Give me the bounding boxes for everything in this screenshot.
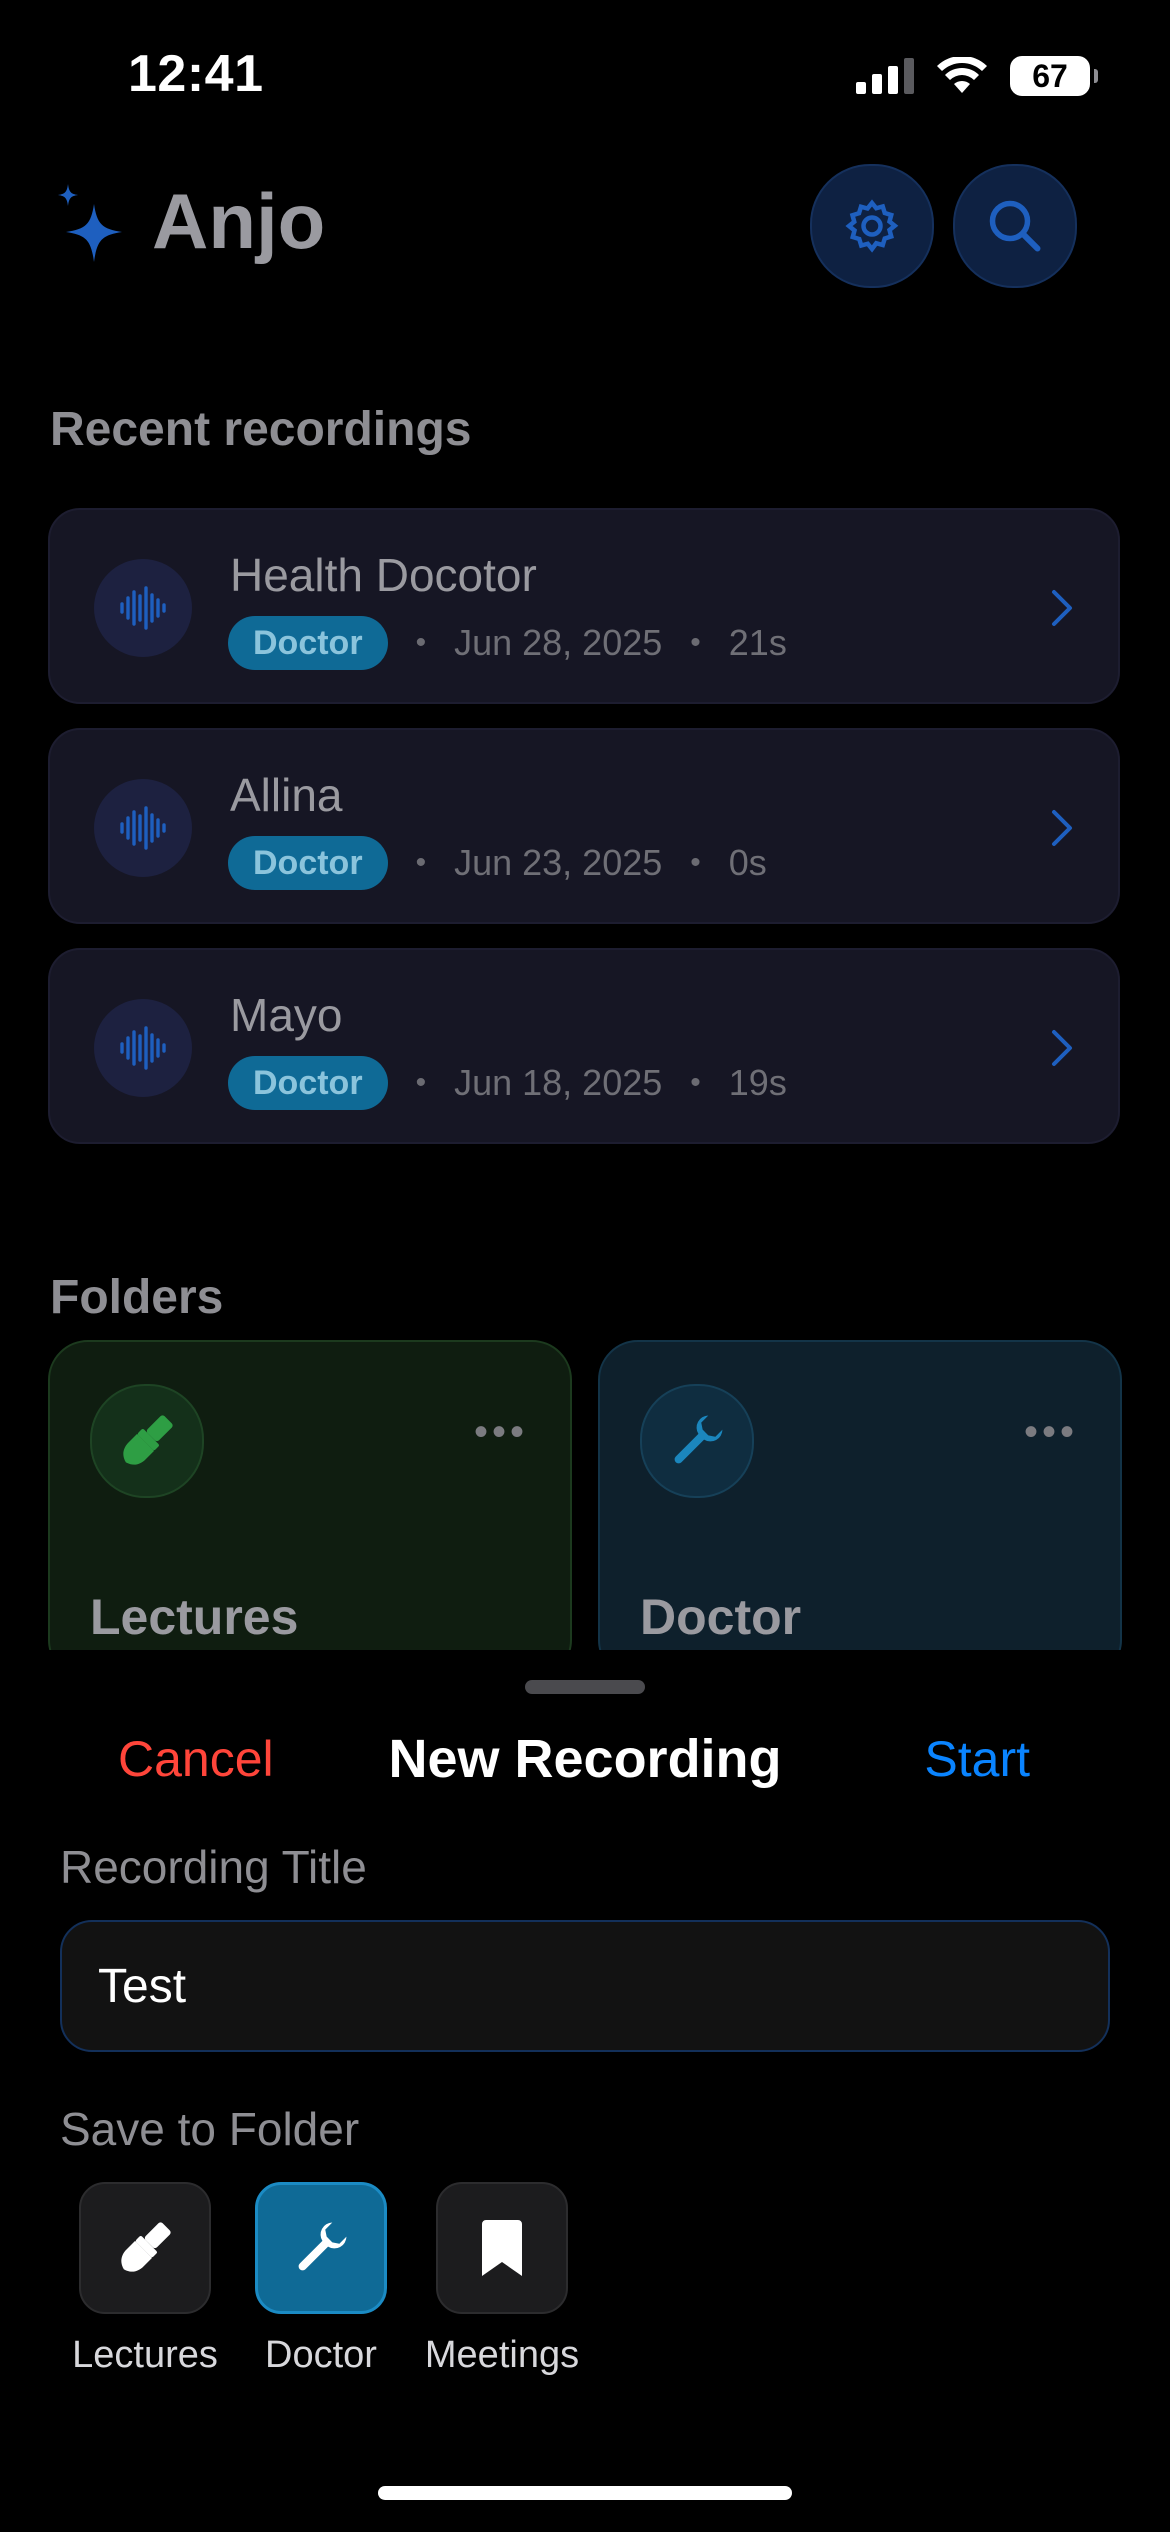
folder-option-button[interactable] bbox=[436, 2182, 568, 2314]
separator-dot: • bbox=[415, 846, 427, 879]
status-time: 12:41 bbox=[128, 45, 264, 103]
paintbrush-icon bbox=[90, 1384, 204, 1498]
gear-icon bbox=[845, 199, 899, 253]
home-indicator bbox=[378, 2486, 792, 2500]
folder-option-button-selected[interactable] bbox=[255, 2182, 387, 2314]
folder-option-doctor[interactable]: Doctor bbox=[246, 2182, 396, 2377]
recording-title-input[interactable] bbox=[60, 1920, 1110, 2052]
recording-date: Jun 23, 2025 bbox=[454, 842, 663, 883]
more-options-button[interactable]: ••• bbox=[1024, 1410, 1078, 1455]
separator-dot: • bbox=[690, 1066, 701, 1099]
waveform-icon bbox=[94, 779, 192, 877]
folder-name: Doctor bbox=[640, 1589, 802, 1645]
sheet-grabber[interactable] bbox=[525, 1680, 645, 1694]
recording-title: Allina bbox=[230, 769, 343, 821]
folder-option-label: Meetings bbox=[424, 2334, 580, 2376]
folder-badge: Doctor bbox=[228, 1056, 388, 1110]
recording-meta: Doctor • Jun 23, 2025 • 0s bbox=[228, 836, 767, 890]
recording-meta: Doctor • Jun 18, 2025 • 19s bbox=[228, 1056, 787, 1110]
status-icons: 67 bbox=[856, 56, 1098, 96]
folder-option-meetings[interactable]: Meetings bbox=[417, 2182, 587, 2377]
folder-card-lectures[interactable]: ••• Lectures bbox=[48, 1340, 572, 1680]
recording-duration: 21s bbox=[728, 622, 787, 663]
more-options-button[interactable]: ••• bbox=[474, 1410, 528, 1455]
folder-badge: Doctor bbox=[228, 836, 388, 890]
folder-card-doctor[interactable]: ••• Doctor bbox=[598, 1340, 1122, 1680]
folder-badge: Doctor bbox=[228, 616, 388, 670]
wifi-icon bbox=[937, 57, 987, 93]
signal-icon bbox=[856, 58, 914, 94]
separator-dot: • bbox=[690, 626, 701, 659]
recording-title-label: Recording Title bbox=[60, 1841, 367, 1893]
separator-dot: • bbox=[690, 846, 701, 879]
bookmark-icon bbox=[482, 2220, 522, 2276]
separator-dot: • bbox=[415, 1066, 427, 1099]
search-icon bbox=[989, 200, 1041, 252]
folder-option-label: Doctor bbox=[265, 2334, 377, 2376]
chevron-right-icon bbox=[1052, 590, 1072, 626]
recording-meta: Doctor • Jun 28, 2025 • 21s bbox=[228, 616, 787, 670]
battery-indicator: 67 bbox=[1010, 56, 1098, 96]
start-button[interactable]: Start bbox=[924, 1730, 1030, 1788]
folder-option-label: Lectures bbox=[72, 2334, 218, 2376]
recording-date: Jun 28, 2025 bbox=[454, 622, 663, 663]
settings-button[interactable] bbox=[810, 164, 934, 288]
recording-row[interactable]: Mayo Doctor • Jun 18, 2025 • 19s bbox=[48, 948, 1120, 1144]
wrench-icon bbox=[640, 1384, 754, 1498]
chevron-right-icon bbox=[1052, 810, 1072, 846]
recording-row[interactable]: Allina Doctor • Jun 23, 2025 • 0s bbox=[48, 728, 1120, 924]
recording-title: Mayo bbox=[230, 989, 343, 1041]
recording-title: Health Docotor bbox=[230, 549, 537, 601]
waveform-icon bbox=[94, 999, 192, 1097]
search-button[interactable] bbox=[953, 164, 1077, 288]
paintbrush-icon bbox=[121, 2222, 171, 2272]
recording-duration: 0s bbox=[728, 842, 767, 883]
recording-date: Jun 18, 2025 bbox=[454, 1062, 663, 1103]
folder-name: Lectures bbox=[90, 1589, 299, 1645]
folder-option-button[interactable] bbox=[79, 2182, 211, 2314]
app-title: Anjo bbox=[152, 177, 326, 265]
chevron-right-icon bbox=[1052, 1030, 1072, 1066]
folder-option-lectures[interactable]: Lectures bbox=[70, 2182, 220, 2377]
sparkles-icon bbox=[58, 184, 122, 262]
recent-recordings-title: Recent recordings bbox=[50, 403, 472, 456]
recording-row[interactable]: Health Docotor Doctor • Jun 28, 2025 • 2… bbox=[48, 508, 1120, 704]
separator-dot: • bbox=[415, 626, 427, 659]
new-recording-sheet: Cancel New Recording Start Recording Tit… bbox=[0, 1650, 1170, 2532]
waveform-icon bbox=[94, 559, 192, 657]
folders-title: Folders bbox=[50, 1271, 224, 1324]
save-to-folder-label: Save to Folder bbox=[60, 2103, 360, 2155]
recording-duration: 19s bbox=[728, 1062, 787, 1103]
wrench-icon bbox=[298, 2222, 347, 2271]
